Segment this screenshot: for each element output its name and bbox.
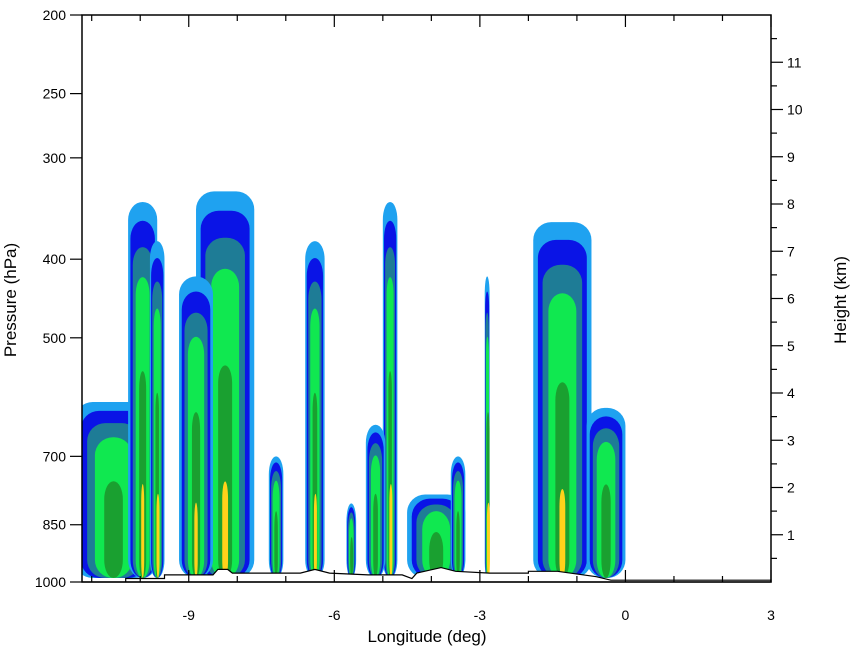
y-tick-label: 300 <box>43 150 67 166</box>
contour-chart: -9 -6 -3 0 3 200 250 300 400 500 700 850 1000 1 2 3 4 5… <box>1 7 850 646</box>
y2-tick-label: 6 <box>787 291 795 307</box>
y-axis-left: 200 250 300 400 500 700 850 1000 <box>35 7 82 590</box>
contour-level-6 <box>222 481 229 578</box>
y-tick-label: 250 <box>43 86 67 102</box>
contour-level-6 <box>141 483 145 578</box>
y-tick-label: 700 <box>43 448 67 464</box>
contour-level-5 <box>373 493 378 578</box>
x-tick-label: -3 <box>474 607 487 623</box>
y-tick-label: 200 <box>43 7 67 23</box>
y-tick-label: 1000 <box>35 574 66 590</box>
y2-tick-label: 2 <box>787 480 795 496</box>
y2-axis-title: Height (km) <box>831 256 850 344</box>
y2-tick-label: 8 <box>787 196 795 212</box>
y2-tick-label: 5 <box>787 338 795 354</box>
y2-tick-label: 3 <box>787 432 795 448</box>
contour-level-5 <box>601 484 611 578</box>
contour-level-5 <box>274 511 278 578</box>
contour-level-5 <box>104 481 123 578</box>
y2-tick-label: 9 <box>787 149 795 165</box>
y-tick-label: 850 <box>43 517 67 533</box>
y-tick-label: 400 <box>43 251 67 267</box>
contour-level-6 <box>559 489 566 578</box>
y2-tick-label: 10 <box>787 102 803 118</box>
y2-tick-label: 11 <box>787 54 802 70</box>
y2-tick-label: 7 <box>787 243 795 259</box>
y2-tick-label: 1 <box>787 527 795 543</box>
contour-level-6 <box>194 502 198 578</box>
x-axis-title: Longitude (deg) <box>367 627 486 646</box>
contour-level-6 <box>313 493 317 578</box>
contour-level-5 <box>456 511 460 578</box>
x-tick-label: -9 <box>183 607 196 623</box>
y-axis-title: Pressure (hPa) <box>1 243 20 357</box>
x-tick-label: -6 <box>328 607 341 623</box>
contour-level-6 <box>389 483 393 578</box>
x-tick-label: 0 <box>622 607 630 623</box>
contour-level-5 <box>350 536 354 578</box>
y-axis-right: 1 2 3 4 5 6 7 8 9 10 11 <box>771 38 803 559</box>
contour-level-6 <box>156 493 160 578</box>
contour-level-6 <box>486 502 490 578</box>
x-tick-label: 3 <box>767 607 775 623</box>
y-tick-label: 500 <box>43 330 67 346</box>
y2-tick-label: 4 <box>787 385 795 401</box>
